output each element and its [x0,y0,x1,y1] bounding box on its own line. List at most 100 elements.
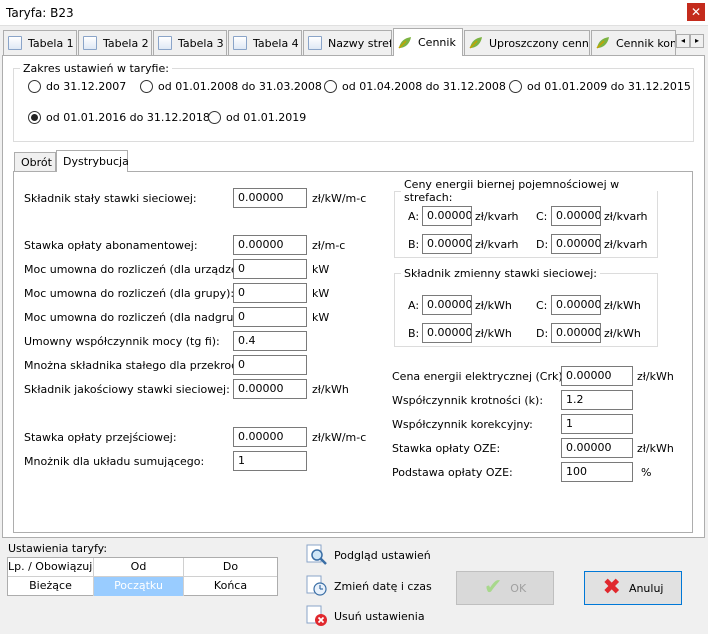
variable-zone-b-input[interactable]: 0.00000 [422,323,472,343]
variable-zone-d-input[interactable]: 0.00000 [551,323,601,343]
change-date-action[interactable]: Zmień datę i czas [306,575,432,597]
table-header: Lp. / Obowiązują [8,558,94,577]
unit-label: zł/kvarh [475,238,519,251]
field-label: Mnożnik dla układu sumującego: [24,455,205,468]
radio-dot-selected [28,111,41,124]
cancel-button[interactable]: ✖ Anuluj [584,571,682,605]
variable-zone-c-input[interactable]: 0.00000 [551,295,601,315]
field-label: Mnożna składnika stałego dla przekroczeń… [24,359,261,372]
power-device-input[interactable]: 0 [233,259,307,279]
unit-label: zł/kWh [604,327,641,340]
tab-label: Tabela 2 [103,36,149,50]
radio-range-5[interactable]: od 01.01.2016 do 31.12.2018 [28,111,210,124]
oze-rate-input[interactable]: 0.00000 [561,438,633,458]
check-icon: ✔ [483,575,503,600]
close-x-icon: ✖ [602,575,621,600]
radio-dot [324,80,337,93]
field-label: Składnik stały stawki sieciowej: [24,192,197,205]
tab-label: Nazwy stref [328,36,392,50]
settings-label: Ustawienia taryfy: [8,542,108,555]
radio-range-3[interactable]: od 01.04.2008 do 31.12.2008 [324,80,506,93]
oze-base-input[interactable]: 100 [561,462,633,482]
unit-label: zł/kW/m-c [312,192,367,205]
magnifier-icon [306,544,327,565]
window-title: Taryfa: B23 [6,6,74,20]
table-header: Od [94,558,184,577]
table-cell[interactable]: Bieżące [8,577,94,596]
reactive-zone-c-input[interactable]: 0.00000 [551,206,601,226]
tab-scroll-left-icon[interactable]: ◂ [676,34,690,48]
energy-price-input[interactable]: 0.00000 [561,366,633,386]
table-cell[interactable]: Końca [184,577,277,596]
tab-cennik[interactable]: Cennik [393,28,463,56]
unit-label: zł/kWh [604,299,641,312]
tab-cennik-komu[interactable]: Cennik komu [591,30,676,55]
reactive-zone-d-input[interactable]: 0.00000 [551,234,601,254]
reactive-zone-b-input[interactable]: 0.00000 [422,234,472,254]
radio-dot [28,80,41,93]
power-group-input[interactable]: 0 [233,283,307,303]
table-header: Do [184,558,277,577]
transition-fee-input[interactable]: 0.00000 [233,427,307,447]
radio-range-4[interactable]: od 01.01.2009 do 31.12.2015 [509,80,691,93]
zone-label: B: [408,238,420,251]
tab-label: Tabela 1 [28,36,74,50]
subtab-obrot[interactable]: Obrót [14,152,56,172]
multiplicity-coefficient-input[interactable]: 1.2 [561,390,633,410]
tab-nazwy-stref[interactable]: Nazwy stref [303,30,392,55]
clock-icon [306,575,327,596]
tab-uproszczony-cennik[interactable]: Uproszczony cennik [464,30,590,55]
preview-settings-action[interactable]: Podgląd ustawień [306,544,431,566]
field-label: Składnik jakościowy stawki sieciowej: [24,383,230,396]
tab-tabela-4[interactable]: Tabela 4 [228,30,302,55]
subtab-dystrybucja[interactable]: Dystrybucja [56,150,129,172]
close-button[interactable]: ✕ [687,3,705,21]
zone-label: C: [536,299,548,312]
zone-label: C: [536,210,548,223]
overrun-multiplier-input[interactable]: 0 [233,355,307,375]
cennik-panel: Zakres ustawień w taryfie: do 31.12.2007… [2,55,705,538]
subscription-fee-input[interactable]: 0.00000 [233,235,307,255]
radio-range-6[interactable]: od 01.01.2019 [208,111,306,124]
ok-button[interactable]: ✔ OK [456,571,554,605]
quality-rate-input[interactable]: 0.00000 [233,379,307,399]
variable-zone-a-input[interactable]: 0.00000 [422,295,472,315]
range-group: Zakres ustawień w taryfie: [13,62,694,142]
reactive-zone-a-input[interactable]: 0.00000 [422,206,472,226]
radio-range-2[interactable]: od 01.01.2008 do 31.03.2008 [140,80,322,93]
field-label: Stawka opłaty OZE: [392,442,501,455]
tab-tabela-3[interactable]: Tabela 3 [153,30,227,55]
unit-label: zł/kWh [475,327,512,340]
unit-label: zł/kvarh [475,210,519,223]
title-bar: Taryfa: B23 ✕ [0,0,708,26]
field-label: Współczynnik korekcyjny: [392,418,533,431]
summing-multiplier-input[interactable]: 1 [233,451,307,471]
field-label: Moc umowna do rozliczeń (dla grupy): [24,287,235,300]
zone-label: D: [536,327,549,340]
tab-label: Tabela 4 [253,36,299,50]
document-icon [158,36,172,50]
unit-label: zł/kvarh [604,238,648,251]
fixed-network-rate-input[interactable]: 0.00000 [233,188,307,208]
unit-label: zł/kW/m-c [312,431,367,444]
power-factor-input[interactable]: 0.4 [233,331,307,351]
radio-dot [140,80,153,93]
leaf-icon [469,37,482,49]
settings-table: Lp. / Obowiązują Od Do Bieżące Początku … [7,557,278,596]
field-label: Współczynnik krotności (k): [392,394,544,407]
tab-tabela-2[interactable]: Tabela 2 [78,30,152,55]
tab-scroll-right-icon[interactable]: ▸ [690,34,704,48]
field-label: Stawka opłaty abonamentowej: [24,239,198,252]
power-supergroup-input[interactable]: 0 [233,307,307,327]
zone-label: D: [536,238,549,251]
delete-settings-action[interactable]: Usuń ustawienia [306,605,425,627]
tab-label: Cennik [418,36,456,49]
variable-legend: Składnik zmienny stawki sieciowej: [404,267,597,280]
correction-coefficient-input[interactable]: 1 [561,414,633,434]
tab-tabela-1[interactable]: Tabela 1 [3,30,77,55]
field-label: Podstawa opłaty OZE: [392,466,513,479]
radio-range-1[interactable]: do 31.12.2007 [28,80,126,93]
delete-icon [306,605,327,626]
table-cell-selected[interactable]: Początku [94,577,184,596]
leaf-icon [596,37,609,49]
